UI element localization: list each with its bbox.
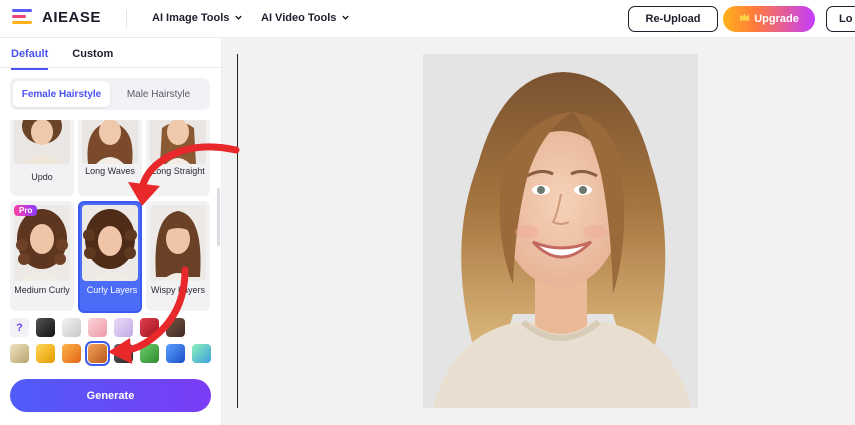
chevron-down-icon <box>341 13 350 24</box>
style-label: Curly Layers <box>86 285 138 295</box>
color-swatch-orange[interactable] <box>62 344 81 363</box>
compare-slider-line[interactable] <box>237 54 238 408</box>
style-card-long-straight[interactable]: Long Straight <box>146 120 210 196</box>
gender-segmented-control: Female Hairstyle Male Hairstyle <box>10 78 210 110</box>
color-swatch-ash-blonde[interactable] <box>10 344 29 363</box>
color-swatch-black[interactable] <box>36 318 55 337</box>
segment-male-hairstyle[interactable]: Male Hairstyle <box>110 81 207 107</box>
crown-icon <box>739 13 750 25</box>
nav-ai-image-tools[interactable]: AI Image Tools <box>152 12 243 24</box>
upgrade-button[interactable]: Upgrade <box>723 6 815 32</box>
segment-female-hairstyle[interactable]: Female Hairstyle <box>13 81 110 107</box>
style-label: Long Straight <box>151 166 205 176</box>
color-swatch-silver[interactable] <box>62 318 81 337</box>
color-swatch-lavender[interactable] <box>114 318 133 337</box>
style-card-curly-layers[interactable]: Curly Layers <box>78 201 142 313</box>
color-swatch-copper[interactable] <box>85 341 110 366</box>
preview-canvas <box>222 38 855 425</box>
question-icon[interactable]: ? <box>10 318 29 337</box>
color-swatch-red[interactable] <box>140 318 159 337</box>
logo-text: AIEASE <box>42 8 101 26</box>
hairstyle-panel: Default Custom Female Hairstyle Male Hai… <box>0 38 222 425</box>
style-label: Updo <box>31 172 53 182</box>
generate-button[interactable]: Generate <box>10 379 211 412</box>
top-header: AIEASE AI Image Tools AI Video Tools Re-… <box>0 0 855 38</box>
header-divider <box>126 10 127 28</box>
reupload-button[interactable]: Re-Upload <box>628 6 718 32</box>
style-label: Long Waves <box>85 166 135 176</box>
style-thumbnail <box>14 205 70 281</box>
color-swatch-mint[interactable] <box>192 344 211 363</box>
tabs-divider <box>0 67 222 68</box>
aiease-logo-icon <box>12 8 36 26</box>
color-swatch-blue[interactable] <box>166 344 185 363</box>
style-thumbnail <box>82 120 138 164</box>
style-card-updo[interactable]: Updo <box>10 120 74 196</box>
login-button[interactable]: Lo <box>826 6 855 32</box>
portrait-photo <box>423 54 698 408</box>
nav-ai-video-tools[interactable]: AI Video Tools <box>261 12 350 24</box>
color-swatch-golden[interactable] <box>36 344 55 363</box>
style-thumbnail <box>150 120 206 164</box>
style-label: Wispy Layers <box>150 285 205 295</box>
style-label: Medium Curly <box>14 285 70 295</box>
color-swatch-green[interactable] <box>140 344 159 363</box>
style-card-long-waves[interactable]: Long Waves <box>78 120 142 196</box>
color-swatch-pink[interactable] <box>88 318 107 337</box>
color-swatch-brown[interactable] <box>166 318 185 337</box>
style-thumbnail <box>14 120 70 164</box>
pro-badge: Pro <box>14 205 38 216</box>
style-thumbnail <box>150 205 206 281</box>
upgrade-label: Upgrade <box>754 13 799 25</box>
style-thumbnail <box>82 205 138 281</box>
chevron-down-icon <box>234 13 243 24</box>
logo[interactable]: AIEASE <box>12 8 101 26</box>
nav-label: AI Image Tools <box>152 12 230 24</box>
panel-scrollbar[interactable] <box>217 188 220 246</box>
color-swatch-dark[interactable] <box>114 344 133 363</box>
nav-label: AI Video Tools <box>261 12 337 24</box>
style-card-medium-curly[interactable]: Pro Medium Curly <box>10 201 74 311</box>
hairstyle-grid: Updo Long Waves Long Straight Pro Medium… <box>0 120 222 316</box>
style-card-wispy-layers[interactable]: Wispy Layers <box>146 201 210 311</box>
